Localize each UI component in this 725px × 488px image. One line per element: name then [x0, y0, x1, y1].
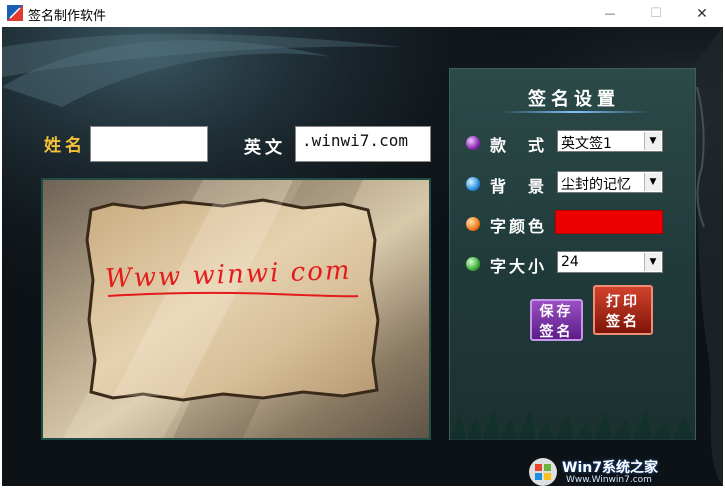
save-button-line2: 签名 [539, 324, 574, 340]
name-input[interactable] [90, 126, 208, 162]
minimize-icon: — [604, 7, 616, 20]
watermark: Win7系统之家 Www.Winwin7.com [526, 457, 722, 486]
background-select[interactable]: 尘封的记忆 ▼ [557, 171, 663, 193]
close-button[interactable]: ✕ [679, 0, 725, 27]
window-title: 签名制作软件 [28, 9, 107, 24]
settings-title: 签名设置 [528, 89, 620, 110]
client-area: 姓名 英文 .winwi7.com Www winwi com 签名设置 款 式… [2, 27, 723, 486]
save-signature-button[interactable]: 保存 签名 [530, 299, 583, 341]
maximize-button[interactable]: ☐ [633, 0, 679, 27]
app-window: 签名制作软件 — ☐ ✕ 姓名 英文 .winwi7.com Www winwi… [0, 0, 725, 488]
size-select-value: 24 [561, 254, 579, 270]
app-icon [7, 5, 23, 21]
dropdown-arrow-icon: ▼ [644, 132, 661, 150]
green-ball-icon [466, 257, 480, 271]
color-label: 字颜色 [490, 217, 548, 236]
title-underline [500, 111, 650, 113]
parchment-background [43, 180, 429, 438]
watermark-url: Www.Winwin7.com [566, 475, 652, 485]
windows-logo-icon [529, 458, 557, 486]
style-select[interactable]: 英文签1 ▼ [557, 130, 663, 152]
purple-ball-icon [466, 136, 480, 150]
print-button-line2: 签名 [606, 314, 640, 330]
color-picker[interactable] [555, 210, 663, 234]
signature-preview: Www winwi com [41, 178, 431, 440]
close-icon: ✕ [696, 5, 708, 22]
save-button-line1: 保存 [539, 304, 574, 320]
style-select-value: 英文签1 [561, 136, 612, 152]
background-label: 背 景 [490, 177, 548, 196]
background-select-value: 尘封的记忆 [561, 177, 631, 193]
grass-decoration [450, 408, 695, 440]
settings-panel: 签名设置 款 式 英文签1 ▼ 背 景 尘封的记忆 ▼ 字颜色 字大小 24 ▼… [449, 68, 696, 440]
size-label: 字大小 [490, 257, 548, 276]
dropdown-arrow-icon: ▼ [644, 253, 661, 271]
blue-ball-icon [466, 177, 480, 191]
print-signature-button[interactable]: 打印 签名 [593, 285, 653, 335]
title-bar[interactable]: 签名制作软件 — ☐ ✕ [0, 0, 725, 27]
orange-ball-icon [466, 217, 480, 231]
dropdown-arrow-icon: ▼ [644, 173, 661, 191]
watermark-text: Win7系统之家 [562, 460, 658, 476]
name-label: 姓名 [44, 136, 86, 156]
style-label: 款 式 [490, 136, 548, 155]
english-input[interactable]: .winwi7.com [295, 126, 431, 162]
signature-flourish [107, 291, 359, 298]
size-select[interactable]: 24 ▼ [557, 251, 663, 273]
maximize-icon: ☐ [650, 6, 662, 21]
minimize-button[interactable]: — [587, 0, 633, 27]
print-button-line1: 打印 [606, 294, 640, 310]
english-label: 英文 [244, 138, 286, 158]
